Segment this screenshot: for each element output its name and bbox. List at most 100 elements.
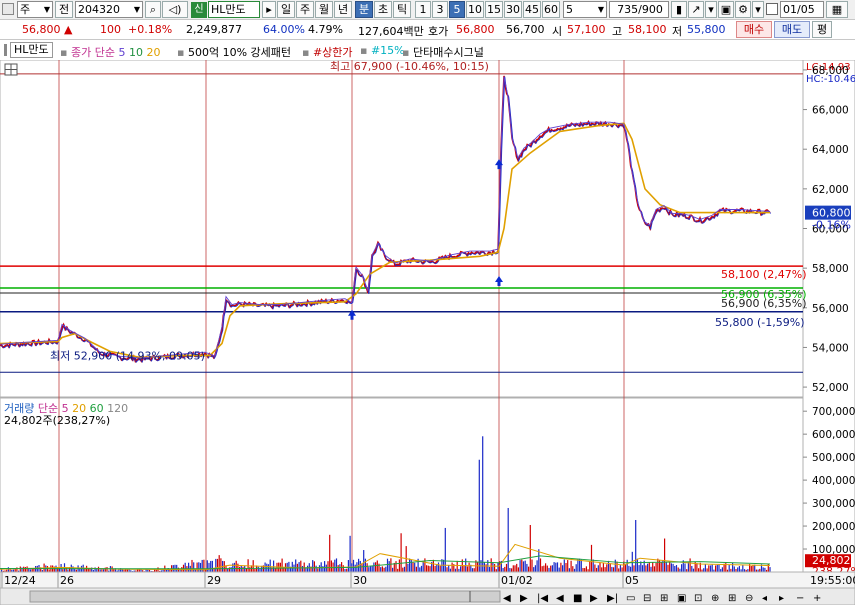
- window-menu-icon[interactable]: [2, 3, 14, 15]
- high-annotation: 최고 67,900 (-10.46%, 10:15): [330, 60, 489, 73]
- open-price: 57,100: [567, 23, 606, 36]
- interval-select[interactable]: 5 ▼: [563, 1, 607, 18]
- calendar-icon[interactable]: ▦: [826, 1, 848, 18]
- plus-icon[interactable]: +: [813, 593, 821, 604]
- interval-30[interactable]: 30: [504, 1, 522, 18]
- chart-canvas[interactable]: LC:14.93HC:-10.4652,00054,00056,00058,00…: [0, 60, 855, 605]
- volume-bar: [580, 559, 582, 572]
- volume-bar: [670, 563, 672, 572]
- legend-stock-name[interactable]: HL만도: [10, 42, 53, 58]
- tab-minute[interactable]: 분: [355, 1, 373, 18]
- date-label: 26: [60, 574, 74, 587]
- stock-name-field[interactable]: HL만도: [208, 1, 260, 18]
- volume-bar: [534, 565, 536, 572]
- draw-tool-icon[interactable]: ↗: [688, 1, 704, 18]
- tab-year[interactable]: 년: [334, 1, 352, 18]
- interval-3[interactable]: 3: [432, 1, 448, 18]
- chart-type-icon[interactable]: ▮: [671, 1, 687, 18]
- prev-icon[interactable]: ◀: [556, 593, 564, 604]
- volume-bar: [721, 567, 723, 572]
- add-icon[interactable]: ⊕: [711, 593, 719, 604]
- legend-limit[interactable]: ▪ #상한가: [302, 44, 353, 60]
- volume-bar: [718, 564, 720, 572]
- chevron-down-icon: ▼: [43, 5, 50, 14]
- scroll-right-icon[interactable]: ▶: [520, 593, 528, 604]
- zoom-out-icon[interactable]: ⊟: [643, 593, 651, 604]
- stock-chart[interactable]: LC:14.93 HC:-10.46 52,000 54,000 56,000 58,00…: [0, 60, 855, 605]
- volume-bar: [392, 567, 394, 572]
- tab-tick[interactable]: 틱: [393, 1, 411, 18]
- volume-bar: [477, 561, 479, 572]
- interval-15[interactable]: 15: [485, 1, 503, 18]
- dropdown-icon[interactable]: ▾: [752, 1, 764, 18]
- mode-select[interactable]: 주 ▼: [17, 1, 53, 18]
- tab-month[interactable]: 월: [315, 1, 333, 18]
- legend-pct[interactable]: ▪ #15%: [360, 44, 405, 57]
- interval-10[interactable]: 10: [466, 1, 484, 18]
- volume-bar: [536, 560, 538, 572]
- volume-bar: [711, 564, 713, 572]
- volume-bar: [630, 566, 632, 572]
- up-triangle-icon: ▲: [64, 23, 73, 36]
- zoom-fit-icon[interactable]: ▭: [626, 593, 635, 604]
- grid-icon[interactable]: ⊞: [728, 593, 736, 604]
- tab-day[interactable]: 일: [277, 1, 295, 18]
- date-field[interactable]: 01/05: [780, 1, 824, 18]
- expand-icon[interactable]: ▸: [262, 1, 276, 18]
- volume-bar: [426, 565, 428, 572]
- tab-second[interactable]: 초: [374, 1, 392, 18]
- zoom-in-icon[interactable]: ⊞: [660, 593, 668, 604]
- volume-bar: [325, 564, 327, 572]
- legend-signal[interactable]: ▪ 단타매수시그널: [402, 44, 484, 60]
- stock-code-input[interactable]: 204320 ▼: [75, 1, 143, 18]
- price-tick-label: 52,000: [812, 382, 849, 394]
- dropdown-icon[interactable]: ▾: [705, 1, 717, 18]
- tab-week[interactable]: 주: [296, 1, 314, 18]
- stop-icon[interactable]: ■: [573, 593, 582, 604]
- interval-1[interactable]: 1: [415, 1, 431, 18]
- legend-ma10: 10: [128, 46, 143, 59]
- volume-bar: [437, 562, 440, 572]
- buy-button[interactable]: 매수: [736, 21, 772, 38]
- minus-icon[interactable]: −: [796, 593, 804, 604]
- checkbox[interactable]: [766, 3, 778, 15]
- remove-icon[interactable]: ⊖: [745, 593, 753, 604]
- interval-5[interactable]: 5: [449, 1, 465, 18]
- volume-bar: [237, 563, 239, 572]
- interval-45[interactable]: 45: [523, 1, 541, 18]
- first-icon[interactable]: |◀: [537, 593, 548, 604]
- volume-bar: [633, 565, 635, 572]
- search-icon[interactable]: ⌕: [145, 1, 161, 18]
- data-count-field[interactable]: 735/900: [609, 1, 669, 18]
- volume-bar: [208, 562, 210, 572]
- volume-bar: [193, 562, 195, 572]
- legend-pattern[interactable]: ▪ 500억 10% 강세패턴: [177, 44, 291, 60]
- play-icon[interactable]: ▶: [590, 593, 598, 604]
- sell-button[interactable]: 매도: [774, 21, 810, 38]
- split-icon[interactable]: ⊡: [694, 593, 702, 604]
- legend-ma-group[interactable]: ▪ 종가 단순 5 10 20: [60, 44, 160, 60]
- legend-ma-label: 종가 단순: [70, 46, 115, 59]
- current-pct-label: -0.16%: [812, 219, 851, 232]
- left-icon[interactable]: ◂: [762, 593, 767, 604]
- volume-bar: [618, 568, 620, 572]
- chevron-down-icon: ▼: [133, 5, 140, 14]
- right-icon[interactable]: ▸: [779, 593, 784, 604]
- scroll-left-icon[interactable]: ◀: [503, 593, 511, 604]
- volume-bar: [97, 566, 100, 572]
- volume-bar: [329, 534, 331, 572]
- volume-bar: [483, 562, 485, 572]
- volume-bar: [528, 566, 530, 572]
- volume-bar: [298, 562, 300, 572]
- speaker-icon[interactable]: ◁): [162, 1, 188, 18]
- price-tick-label: 58,000: [812, 263, 849, 275]
- layout-icon[interactable]: ▣: [677, 593, 686, 604]
- volume-bar: [494, 563, 496, 572]
- gear-icon[interactable]: ⚙: [735, 1, 751, 18]
- volume-bar: [324, 561, 326, 572]
- save-icon[interactable]: ▣: [718, 1, 734, 18]
- prev-button[interactable]: 전: [55, 1, 73, 18]
- eval-button[interactable]: 평: [812, 21, 832, 38]
- interval-60[interactable]: 60: [542, 1, 560, 18]
- last-icon[interactable]: ▶|: [607, 593, 618, 604]
